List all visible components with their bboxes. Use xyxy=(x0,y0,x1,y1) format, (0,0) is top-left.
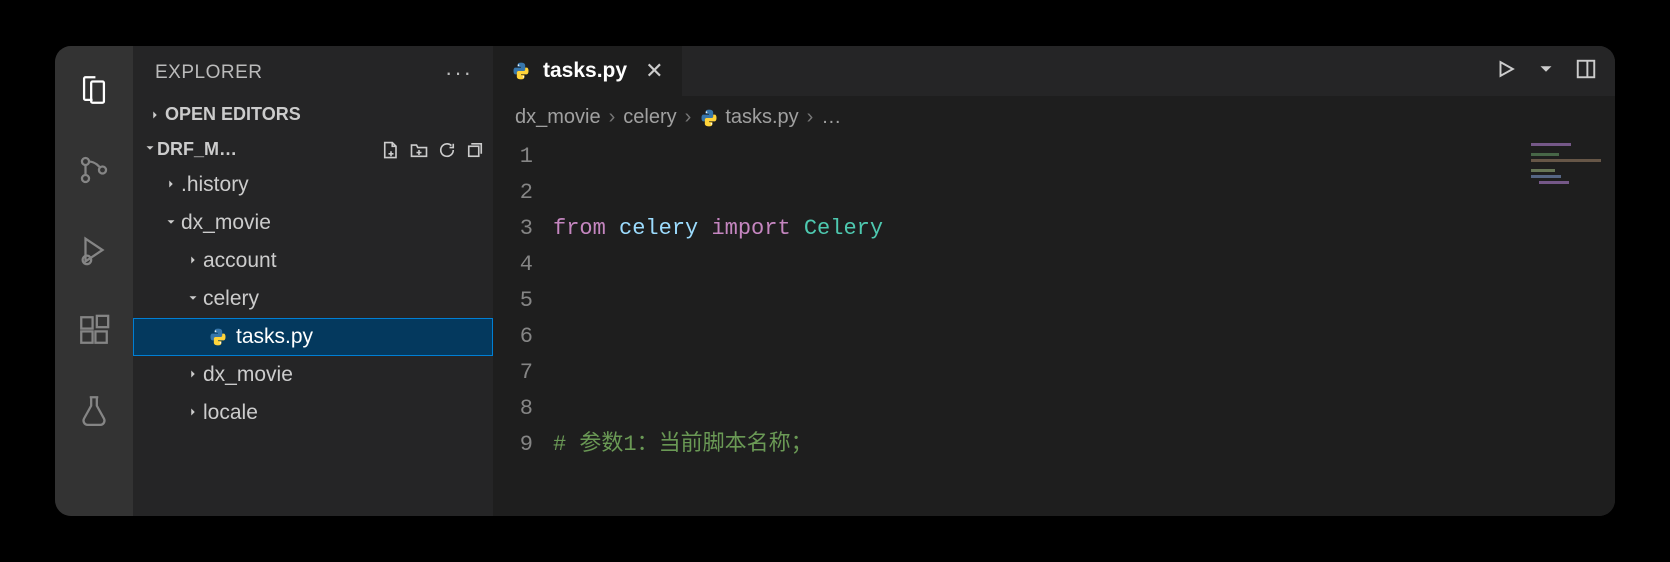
code-token: Celery xyxy=(791,211,883,247)
tree-folder-history[interactable]: .history xyxy=(133,166,493,204)
chevron-right-icon: › xyxy=(685,106,692,129)
line-number: 8 xyxy=(493,391,533,427)
close-icon[interactable]: ✕ xyxy=(645,58,663,84)
chevron-down-icon xyxy=(161,211,181,235)
editor-area: tasks.py ✕ dx_movie › celery › tasks.py … xyxy=(493,46,1615,516)
tree-label: locale xyxy=(203,401,258,425)
code-token: from xyxy=(553,211,606,247)
extensions-activity-icon[interactable] xyxy=(70,302,118,358)
line-number: 1 xyxy=(493,139,533,175)
sidebar-more-icon[interactable]: ··· xyxy=(445,60,473,86)
refresh-icon[interactable] xyxy=(437,140,457,160)
breadcrumb-seg[interactable]: dx_movie xyxy=(515,106,601,129)
tab-bar: tasks.py ✕ xyxy=(493,46,1615,96)
minimap[interactable] xyxy=(1525,139,1615,516)
line-number: 4 xyxy=(493,247,533,283)
breadcrumb: dx_movie › celery › tasks.py › … xyxy=(493,96,1615,139)
run-icon[interactable] xyxy=(1495,58,1517,85)
vscode-window: EXPLORER ··· OPEN EDITORS DRF_M… xyxy=(55,46,1615,516)
chevron-right-icon xyxy=(183,401,203,425)
collapse-all-icon[interactable] xyxy=(465,140,485,160)
line-number: 5 xyxy=(493,283,533,319)
breadcrumb-seg[interactable]: … xyxy=(821,106,841,129)
line-number-gutter: 1 2 3 4 5 6 7 8 9 xyxy=(493,139,553,516)
tree-label: account xyxy=(203,249,277,273)
chevron-right-icon: › xyxy=(807,106,814,129)
explorer-sidebar: EXPLORER ··· OPEN EDITORS DRF_M… xyxy=(133,46,493,516)
code-token: celery xyxy=(606,211,712,247)
testing-activity-icon[interactable] xyxy=(70,382,118,438)
chevron-right-icon xyxy=(145,108,165,122)
tree-folder-locale[interactable]: locale xyxy=(133,394,493,432)
code-token: # 参数1：当前脚本名称； xyxy=(553,427,813,463)
new-folder-icon[interactable] xyxy=(409,140,429,160)
chevron-down-icon[interactable] xyxy=(1535,58,1557,85)
code-token: import xyxy=(711,211,790,247)
workspace-header[interactable]: DRF_M… xyxy=(133,133,493,166)
tree-folder-celery[interactable]: celery xyxy=(133,280,493,318)
tabbar-actions xyxy=(1495,46,1615,96)
open-editors-section[interactable]: OPEN EDITORS xyxy=(133,96,493,133)
tree-label: .history xyxy=(181,173,249,197)
line-number: 3 xyxy=(493,211,533,247)
python-file-icon xyxy=(511,61,533,81)
explorer-activity-icon[interactable] xyxy=(70,62,118,118)
tab-filename: tasks.py xyxy=(543,59,627,83)
tree-label: celery xyxy=(203,287,259,311)
tree-label: dx_movie xyxy=(181,211,271,235)
chevron-right-icon xyxy=(161,173,181,197)
tree-folder-dx-movie-inner[interactable]: dx_movie xyxy=(133,356,493,394)
source-control-activity-icon[interactable] xyxy=(70,142,118,198)
line-number: 2 xyxy=(493,175,533,211)
file-tree: .history dx_movie account celery tasks.p… xyxy=(133,166,493,516)
open-editors-label: OPEN EDITORS xyxy=(165,104,301,125)
breadcrumb-file[interactable]: tasks.py xyxy=(699,106,798,129)
chevron-right-icon xyxy=(183,249,203,273)
sidebar-header: EXPLORER ··· xyxy=(133,46,493,96)
line-number: 7 xyxy=(493,355,533,391)
chevron-down-icon xyxy=(143,139,157,160)
code-lines[interactable]: from celery import Celery # 参数1：当前脚本名称； … xyxy=(553,139,1615,516)
new-file-icon[interactable] xyxy=(381,140,401,160)
tab-tasks-py[interactable]: tasks.py ✕ xyxy=(493,46,683,96)
code-editor[interactable]: 1 2 3 4 5 6 7 8 9 from celery import Cel… xyxy=(493,139,1615,516)
line-number: 9 xyxy=(493,427,533,463)
tree-folder-dx-movie[interactable]: dx_movie xyxy=(133,204,493,242)
tree-label: dx_movie xyxy=(203,363,293,387)
activity-bar xyxy=(55,46,133,516)
python-file-icon xyxy=(699,108,719,128)
tree-file-tasks-py[interactable]: tasks.py xyxy=(133,318,493,356)
breadcrumb-filename: tasks.py xyxy=(725,106,798,129)
workspace-name: DRF_M… xyxy=(157,139,237,160)
chevron-right-icon: › xyxy=(609,106,616,129)
tree-folder-account[interactable]: account xyxy=(133,242,493,280)
split-editor-icon[interactable] xyxy=(1575,58,1597,85)
run-debug-activity-icon[interactable] xyxy=(70,222,118,278)
breadcrumb-seg[interactable]: celery xyxy=(623,106,676,129)
chevron-right-icon xyxy=(183,363,203,387)
python-file-icon xyxy=(206,327,230,347)
sidebar-title: EXPLORER xyxy=(155,62,262,84)
tree-label: tasks.py xyxy=(236,325,313,349)
line-number: 6 xyxy=(493,319,533,355)
chevron-down-icon xyxy=(183,287,203,311)
